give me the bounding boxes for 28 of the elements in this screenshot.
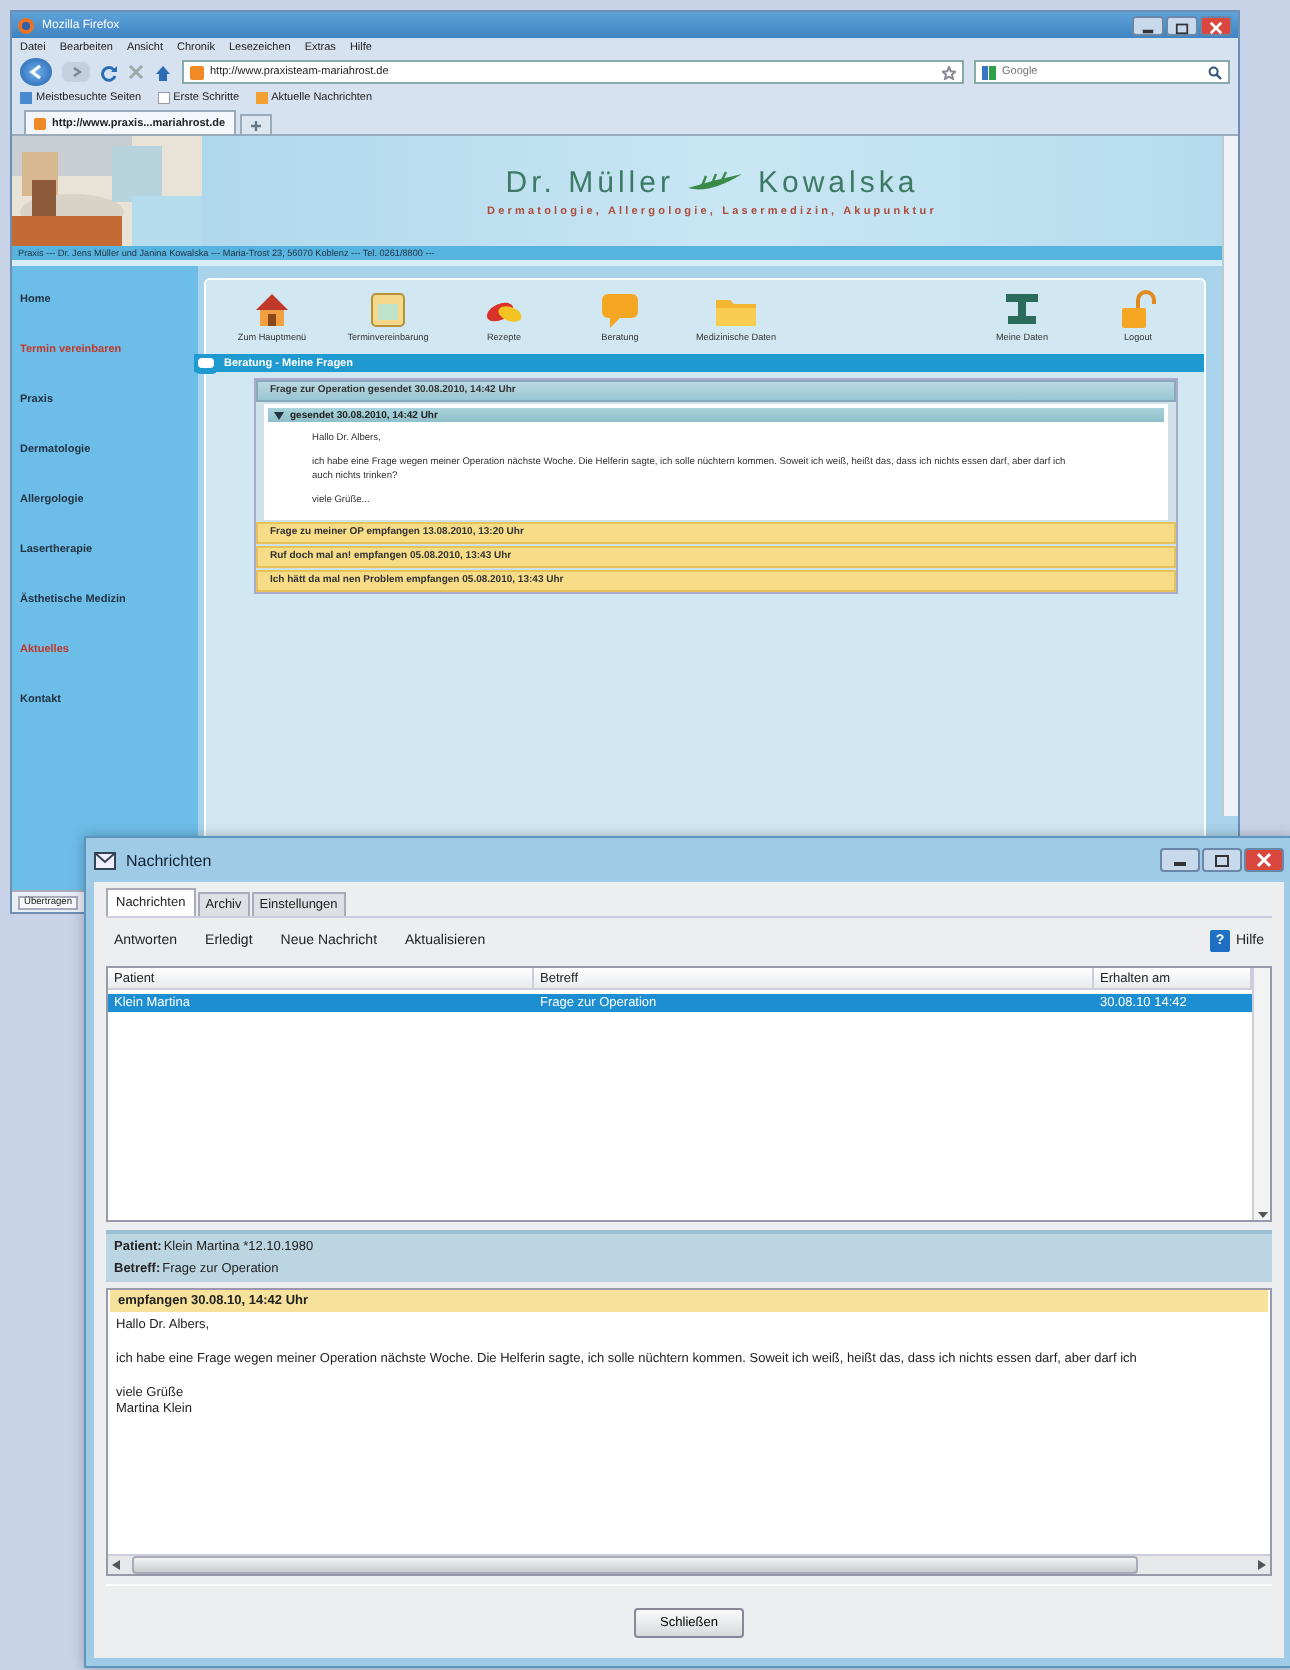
horizontal-scrollbar[interactable] (108, 1554, 1270, 1574)
right-arrow-icon[interactable] (1258, 1560, 1266, 1570)
reload-icon[interactable] (100, 63, 118, 81)
home-icon[interactable] (154, 63, 172, 81)
expand-icon[interactable] (274, 411, 284, 419)
padlock-icon[interactable] (1116, 288, 1160, 330)
bookmark-icon[interactable] (157, 92, 170, 104)
calendar-icon[interactable] (366, 288, 410, 330)
scrollbar[interactable] (1222, 136, 1238, 816)
firefox-icon (18, 17, 34, 33)
new-tab-button[interactable] (239, 114, 272, 134)
envelope-icon (94, 851, 116, 869)
site-title: Kowalska (757, 165, 919, 199)
window-title: Nachrichten (126, 851, 212, 869)
plus-icon[interactable] (249, 119, 262, 131)
search-engine-icon (982, 65, 996, 79)
star-icon[interactable] (942, 65, 956, 79)
down-arrow-icon[interactable] (1257, 1212, 1267, 1220)
site-icon[interactable] (34, 117, 46, 129)
back-button[interactable] (20, 58, 52, 86)
leaf-logo-icon (685, 170, 746, 194)
scrollbar[interactable] (1252, 968, 1270, 1220)
site-title: Dr. Müller (505, 165, 674, 199)
forward-button[interactable] (62, 62, 90, 82)
scroll-thumb[interactable] (132, 1556, 1138, 1574)
search-icon[interactable] (1208, 65, 1222, 79)
site-icon (190, 65, 204, 79)
left-arrow-icon[interactable] (112, 1560, 120, 1570)
